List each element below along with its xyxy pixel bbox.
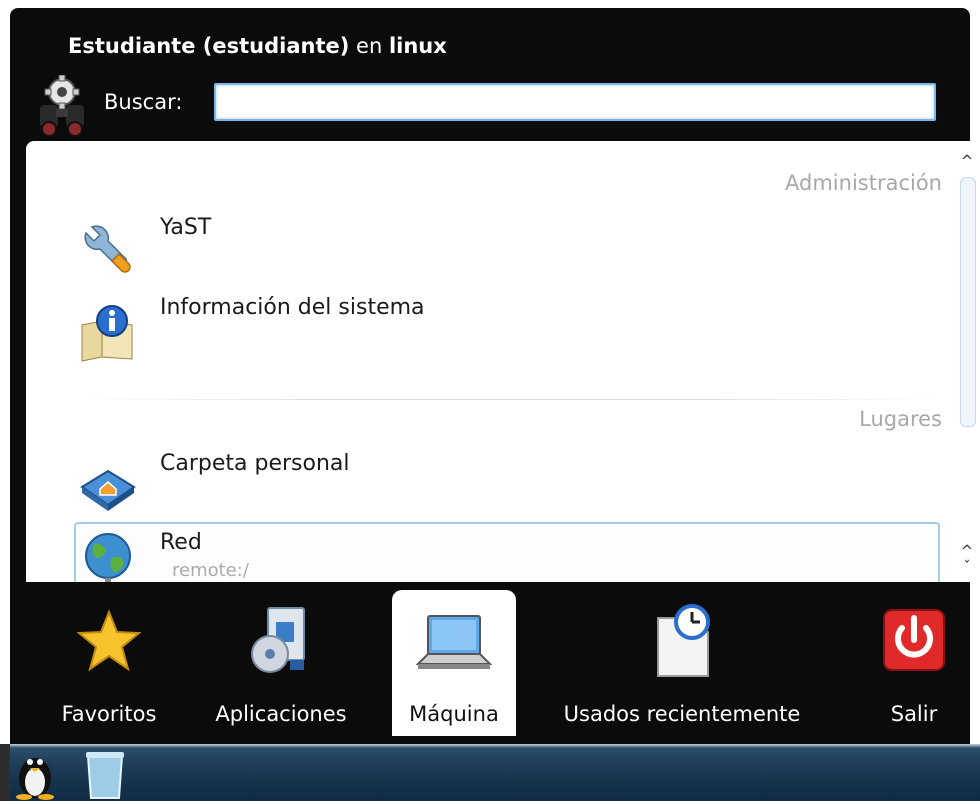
item-label-yast: YaST — [160, 215, 212, 240]
section-header-administracion: Administración — [785, 171, 942, 195]
item-label-informacion-sistema: Información del sistema — [160, 295, 425, 320]
vertical-scrollbar[interactable]: ^ ^ ˇ — [956, 151, 978, 579]
section-header-lugares: Lugares — [859, 407, 942, 431]
taskbar — [0, 744, 980, 801]
title-connector: en — [349, 34, 389, 58]
list-item-informacion-sistema[interactable]: Información del sistema — [74, 295, 934, 367]
tab-label-maquina: Máquina — [409, 702, 499, 726]
search-label: Buscar: — [104, 90, 183, 114]
star-icon — [76, 608, 142, 676]
list-item-yast[interactable]: YaST — [74, 215, 934, 287]
user-name: Estudiante (estudiante) — [68, 34, 350, 58]
tux-penguin-icon[interactable] — [12, 748, 58, 804]
tab-salir[interactable]: Salir — [864, 590, 964, 736]
system-info-icon — [78, 303, 138, 363]
scroll-up-arrow-icon[interactable]: ^ — [956, 151, 978, 171]
tab-maquina[interactable]: Máquina — [392, 590, 516, 736]
home-folder-icon — [78, 459, 138, 519]
list-item-red[interactable]: Red remote:/ — [74, 522, 940, 582]
search-input[interactable] — [214, 83, 936, 121]
list-item-carpeta-personal[interactable]: Carpeta personal — [74, 451, 934, 523]
tab-label-usados-recientemente: Usados recientemente — [563, 702, 801, 726]
binoculars-gear-icon — [32, 74, 92, 137]
recent-document-clock-icon — [650, 604, 714, 684]
tab-usados-recientemente[interactable]: Usados recientemente — [542, 590, 822, 736]
item-sublabel-red: remote:/ — [172, 560, 249, 581]
host-name: linux — [388, 34, 447, 58]
trash-bin-icon[interactable] — [82, 750, 128, 804]
tab-label-aplicaciones: Aplicaciones — [215, 702, 347, 726]
taskbar-edge — [0, 744, 10, 801]
launcher-title: Estudiante (estudiante) en linux — [68, 34, 447, 58]
laptop-icon — [415, 612, 493, 682]
yast-wrench-icon — [78, 223, 138, 283]
applications-icon — [246, 604, 316, 680]
item-label-carpeta-personal: Carpeta personal — [160, 451, 350, 476]
scrollbar-thumb[interactable] — [960, 177, 976, 427]
item-label-red: Red — [160, 530, 202, 555]
tab-label-favoritos: Favoritos — [61, 702, 157, 726]
results-list: Administración YaST Información del sist… — [26, 141, 980, 582]
power-icon — [882, 608, 946, 676]
tab-label-salir: Salir — [890, 702, 938, 726]
scroll-down-arrow-icon[interactable]: ˇ — [956, 557, 978, 577]
network-globe-icon — [78, 530, 138, 582]
tab-aplicaciones[interactable]: Aplicaciones — [196, 590, 366, 736]
tab-bar: Favoritos Aplicaciones Máquina Usados re… — [26, 590, 970, 736]
tab-favoritos[interactable]: Favoritos — [34, 590, 184, 736]
section-separator — [74, 399, 944, 400]
